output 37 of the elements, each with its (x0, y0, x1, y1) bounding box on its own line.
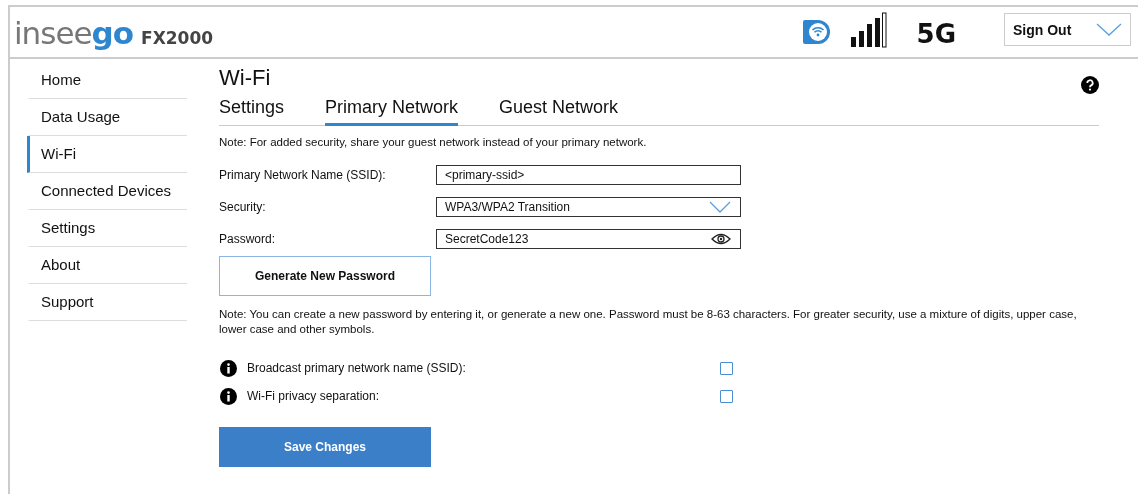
signal-icon (850, 12, 887, 48)
option-label: Broadcast primary network name (SSID): (247, 361, 467, 375)
sign-out-button[interactable]: Sign Out (1004, 13, 1131, 46)
checkbox[interactable] (720, 361, 733, 375)
hotspot-icon (802, 18, 831, 46)
ssid-field[interactable]: <primary-ssid> (436, 165, 741, 185)
save-changes-button[interactable]: Save Changes (219, 427, 431, 467)
eye-icon (711, 233, 731, 245)
sidebar-item[interactable]: Settings (27, 210, 187, 247)
tab[interactable]: Guest Network (499, 97, 619, 126)
network-type: 5G (916, 19, 956, 49)
option-label: Wi-Fi privacy separation: (247, 389, 381, 403)
field-label: Primary Network Name (SSID): (219, 168, 387, 182)
sidebar-item[interactable]: Support (27, 284, 187, 321)
security-dropdown[interactable]: WPA3/WPA2 Transition (436, 197, 741, 217)
sidebar-item[interactable]: Wi-Fi (27, 136, 187, 173)
tab[interactable]: Settings (219, 97, 285, 126)
logo: inseego (14, 15, 134, 51)
note-text: Note: You can create a new password by entering it, or generate a new one. Password must be 8-63 characters. For greater security, use a mixture of digits, upper case, lower case and other symbols. (219, 307, 1078, 337)
sidebar-item[interactable]: Data Usage (27, 99, 187, 136)
note-text: Note: For added security, share your guest network instead of your primary network. (219, 136, 648, 148)
info-icon (220, 359, 237, 377)
sidebar-item[interactable]: Connected Devices (27, 173, 187, 210)
page-title: Wi-Fi (219, 65, 271, 91)
model-name: FX2000 (141, 28, 214, 48)
chevron-down-icon (709, 201, 731, 213)
field-label: Password: (219, 232, 277, 246)
generate-password-button[interactable]: Generate New Password (219, 256, 431, 296)
info-icon (220, 387, 237, 405)
field-label: Security: (219, 200, 267, 214)
sidebar-item[interactable]: About (27, 247, 187, 284)
password-field[interactable]: SecretCode123 (436, 229, 741, 249)
tab[interactable]: Primary Network (325, 97, 459, 126)
chevron-down-icon (1096, 22, 1122, 37)
help-icon (1081, 76, 1099, 94)
checkbox[interactable] (720, 389, 733, 403)
sidebar-item[interactable]: Home (27, 62, 187, 99)
